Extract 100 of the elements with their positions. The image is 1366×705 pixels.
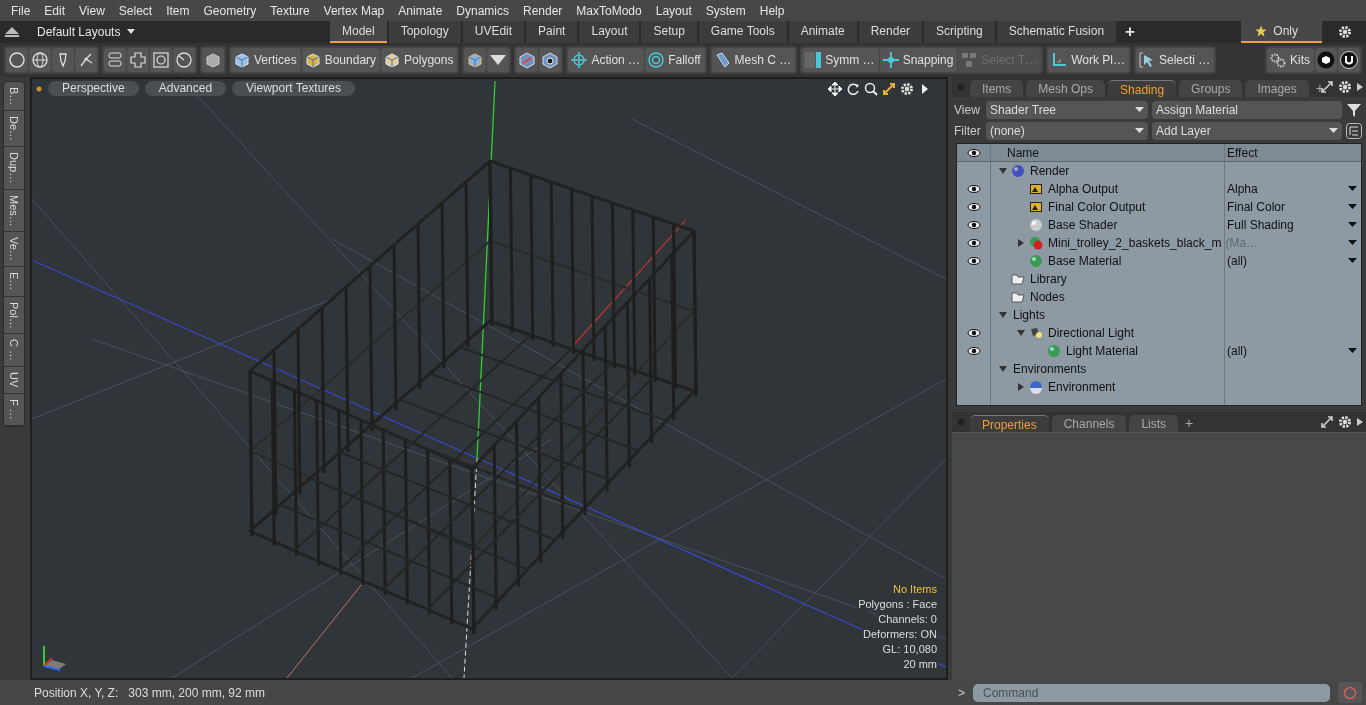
tree-row[interactable]: Base Shader Full Shading (957, 216, 1361, 234)
tool-button[interactable]: Boundary (301, 48, 381, 72)
tree-item-label[interactable]: Environment (1048, 378, 1116, 396)
tool-button[interactable]: Selecti … (1135, 48, 1215, 72)
command-field[interactable]: Command (973, 683, 1330, 702)
side-tab[interactable]: F … (4, 393, 24, 426)
layouts-dropdown[interactable]: Default Layouts (30, 23, 128, 41)
menu-item[interactable]: Edit (37, 1, 73, 20)
tool-button[interactable] (539, 48, 562, 72)
tree-item-label[interactable]: Environments (1013, 360, 1087, 378)
eye-icon[interactable] (966, 238, 981, 248)
tree-row[interactable]: Environment (957, 378, 1361, 396)
settings-icon[interactable] (900, 82, 914, 96)
tree-item-label[interactable]: Final Color Output (1048, 198, 1146, 216)
viewport-option-button[interactable]: Viewport Textures (232, 81, 356, 96)
eye-icon[interactable] (966, 220, 981, 230)
menu-item[interactable]: Animate (391, 1, 450, 20)
layout-tab[interactable]: Topology (388, 21, 461, 43)
side-tab[interactable]: E… (4, 267, 24, 297)
tool-button[interactable]: Work Pl… (1048, 48, 1129, 72)
tool-button[interactable] (516, 48, 539, 72)
tree-row[interactable]: Lights (957, 306, 1361, 324)
side-tab[interactable]: B… (4, 82, 24, 112)
add-tab-button[interactable]: + (1118, 21, 1143, 43)
view-dropdown[interactable]: Shader Tree (986, 100, 1148, 119)
move-icon[interactable] (828, 82, 842, 96)
menu-item[interactable]: System (698, 1, 753, 20)
tree-row[interactable]: Environments (957, 360, 1361, 378)
panel-tab[interactable]: Items (970, 80, 1024, 97)
tool-button[interactable]: Kits (1267, 48, 1314, 72)
layout-tab[interactable]: Model (330, 21, 387, 43)
eye-icon[interactable] (966, 328, 981, 338)
tree-item-label[interactable]: Directional Light (1048, 324, 1135, 342)
add-layer-dropdown[interactable]: Add Layer (1152, 121, 1342, 140)
collapse-triangle-icon[interactable] (999, 311, 1007, 319)
filter-dropdown[interactable]: (none) (986, 121, 1148, 140)
menu-item[interactable]: Select (111, 1, 160, 20)
tree-item-label[interactable]: Base Shader (1048, 216, 1118, 234)
menu-item[interactable]: Dynamics (449, 1, 516, 20)
tree-row[interactable]: Nodes (957, 288, 1361, 306)
menu-item[interactable]: Texture (263, 1, 317, 20)
settings-icon[interactable] (1338, 25, 1352, 39)
layout-tab[interactable]: Render (858, 21, 923, 43)
eye-icon[interactable] (966, 256, 981, 266)
expand-icon[interactable] (1320, 415, 1334, 429)
tool-button[interactable] (1315, 48, 1337, 72)
tree-row[interactable]: Directional Light (957, 324, 1361, 342)
expand-triangle-icon[interactable] (1017, 239, 1025, 247)
panel-tab[interactable]: Channels (1051, 415, 1127, 432)
collapse-triangle-icon[interactable] (999, 365, 1007, 373)
tree-item-label[interactable]: Light Material (1066, 342, 1139, 360)
collapse-triangle-icon[interactable] (1017, 329, 1025, 337)
play-icon[interactable] (1356, 80, 1364, 94)
column-header[interactable]: Name (1007, 143, 1039, 162)
tool-button[interactable]: Action … (568, 48, 645, 72)
viewport-option-button[interactable]: Perspective (48, 81, 139, 96)
tree-item-label[interactable]: Base Material (1048, 252, 1122, 270)
menu-item[interactable]: Vertex Map (316, 1, 392, 20)
side-tab[interactable]: C … (4, 334, 24, 368)
tool-button[interactable]: Symm … (802, 48, 879, 72)
menu-item[interactable]: MaxToModo (569, 1, 649, 20)
tool-button[interactable]: Snapping (879, 48, 958, 72)
panel-tab[interactable]: Images (1245, 80, 1309, 97)
side-tab[interactable]: Mes… (4, 189, 24, 233)
maximize-icon[interactable] (882, 82, 896, 96)
panel-tab[interactable]: Shading (1108, 80, 1177, 97)
tree-row[interactable]: Render (957, 162, 1361, 180)
assign-material-button[interactable]: Assign Material (1152, 100, 1342, 119)
rotate-icon[interactable] (846, 82, 860, 96)
tree-row[interactable]: Light Material (all) (957, 342, 1361, 360)
tree-row[interactable]: Base Material (all) (957, 252, 1361, 270)
panel-tab[interactable]: Lists (1129, 415, 1179, 432)
tool-button[interactable] (6, 48, 28, 72)
add-tab-button[interactable]: + (1311, 79, 1328, 97)
layout-tab[interactable]: Layout (579, 21, 640, 43)
tree-item-label[interactable]: Library (1030, 270, 1067, 288)
panel-tab[interactable]: Properties (970, 415, 1049, 432)
layout-tab[interactable]: Scripting (924, 21, 995, 43)
side-tab[interactable]: UV (4, 367, 24, 394)
side-tab[interactable]: Dup… (4, 147, 24, 190)
menu-item[interactable]: File (4, 1, 38, 20)
settings-icon[interactable] (1338, 415, 1352, 429)
layout-tab[interactable]: Paint (526, 21, 578, 43)
search-icon[interactable] (864, 82, 878, 96)
tool-button[interactable]: Polygons (381, 48, 458, 72)
menu-item[interactable]: Layout (648, 1, 699, 20)
list-icon[interactable] (1346, 122, 1362, 139)
tool-button[interactable] (173, 48, 195, 72)
collapse-triangle-icon[interactable] (999, 167, 1007, 175)
tree-item-label[interactable]: Nodes (1030, 288, 1065, 306)
tool-button[interactable]: Vertices (231, 48, 301, 72)
viewport-option-button[interactable]: Advanced (144, 81, 227, 96)
add-tab-button[interactable]: + (1181, 414, 1198, 432)
tool-button[interactable] (487, 48, 510, 72)
play-icon[interactable] (1356, 415, 1364, 429)
tree-item-label[interactable]: Alpha Output (1048, 180, 1119, 198)
layout-tab[interactable]: Animate (788, 21, 857, 43)
filter-icon[interactable] (1346, 101, 1362, 118)
side-tab[interactable]: Pol… (4, 296, 24, 335)
menu-item[interactable]: View (72, 1, 112, 20)
